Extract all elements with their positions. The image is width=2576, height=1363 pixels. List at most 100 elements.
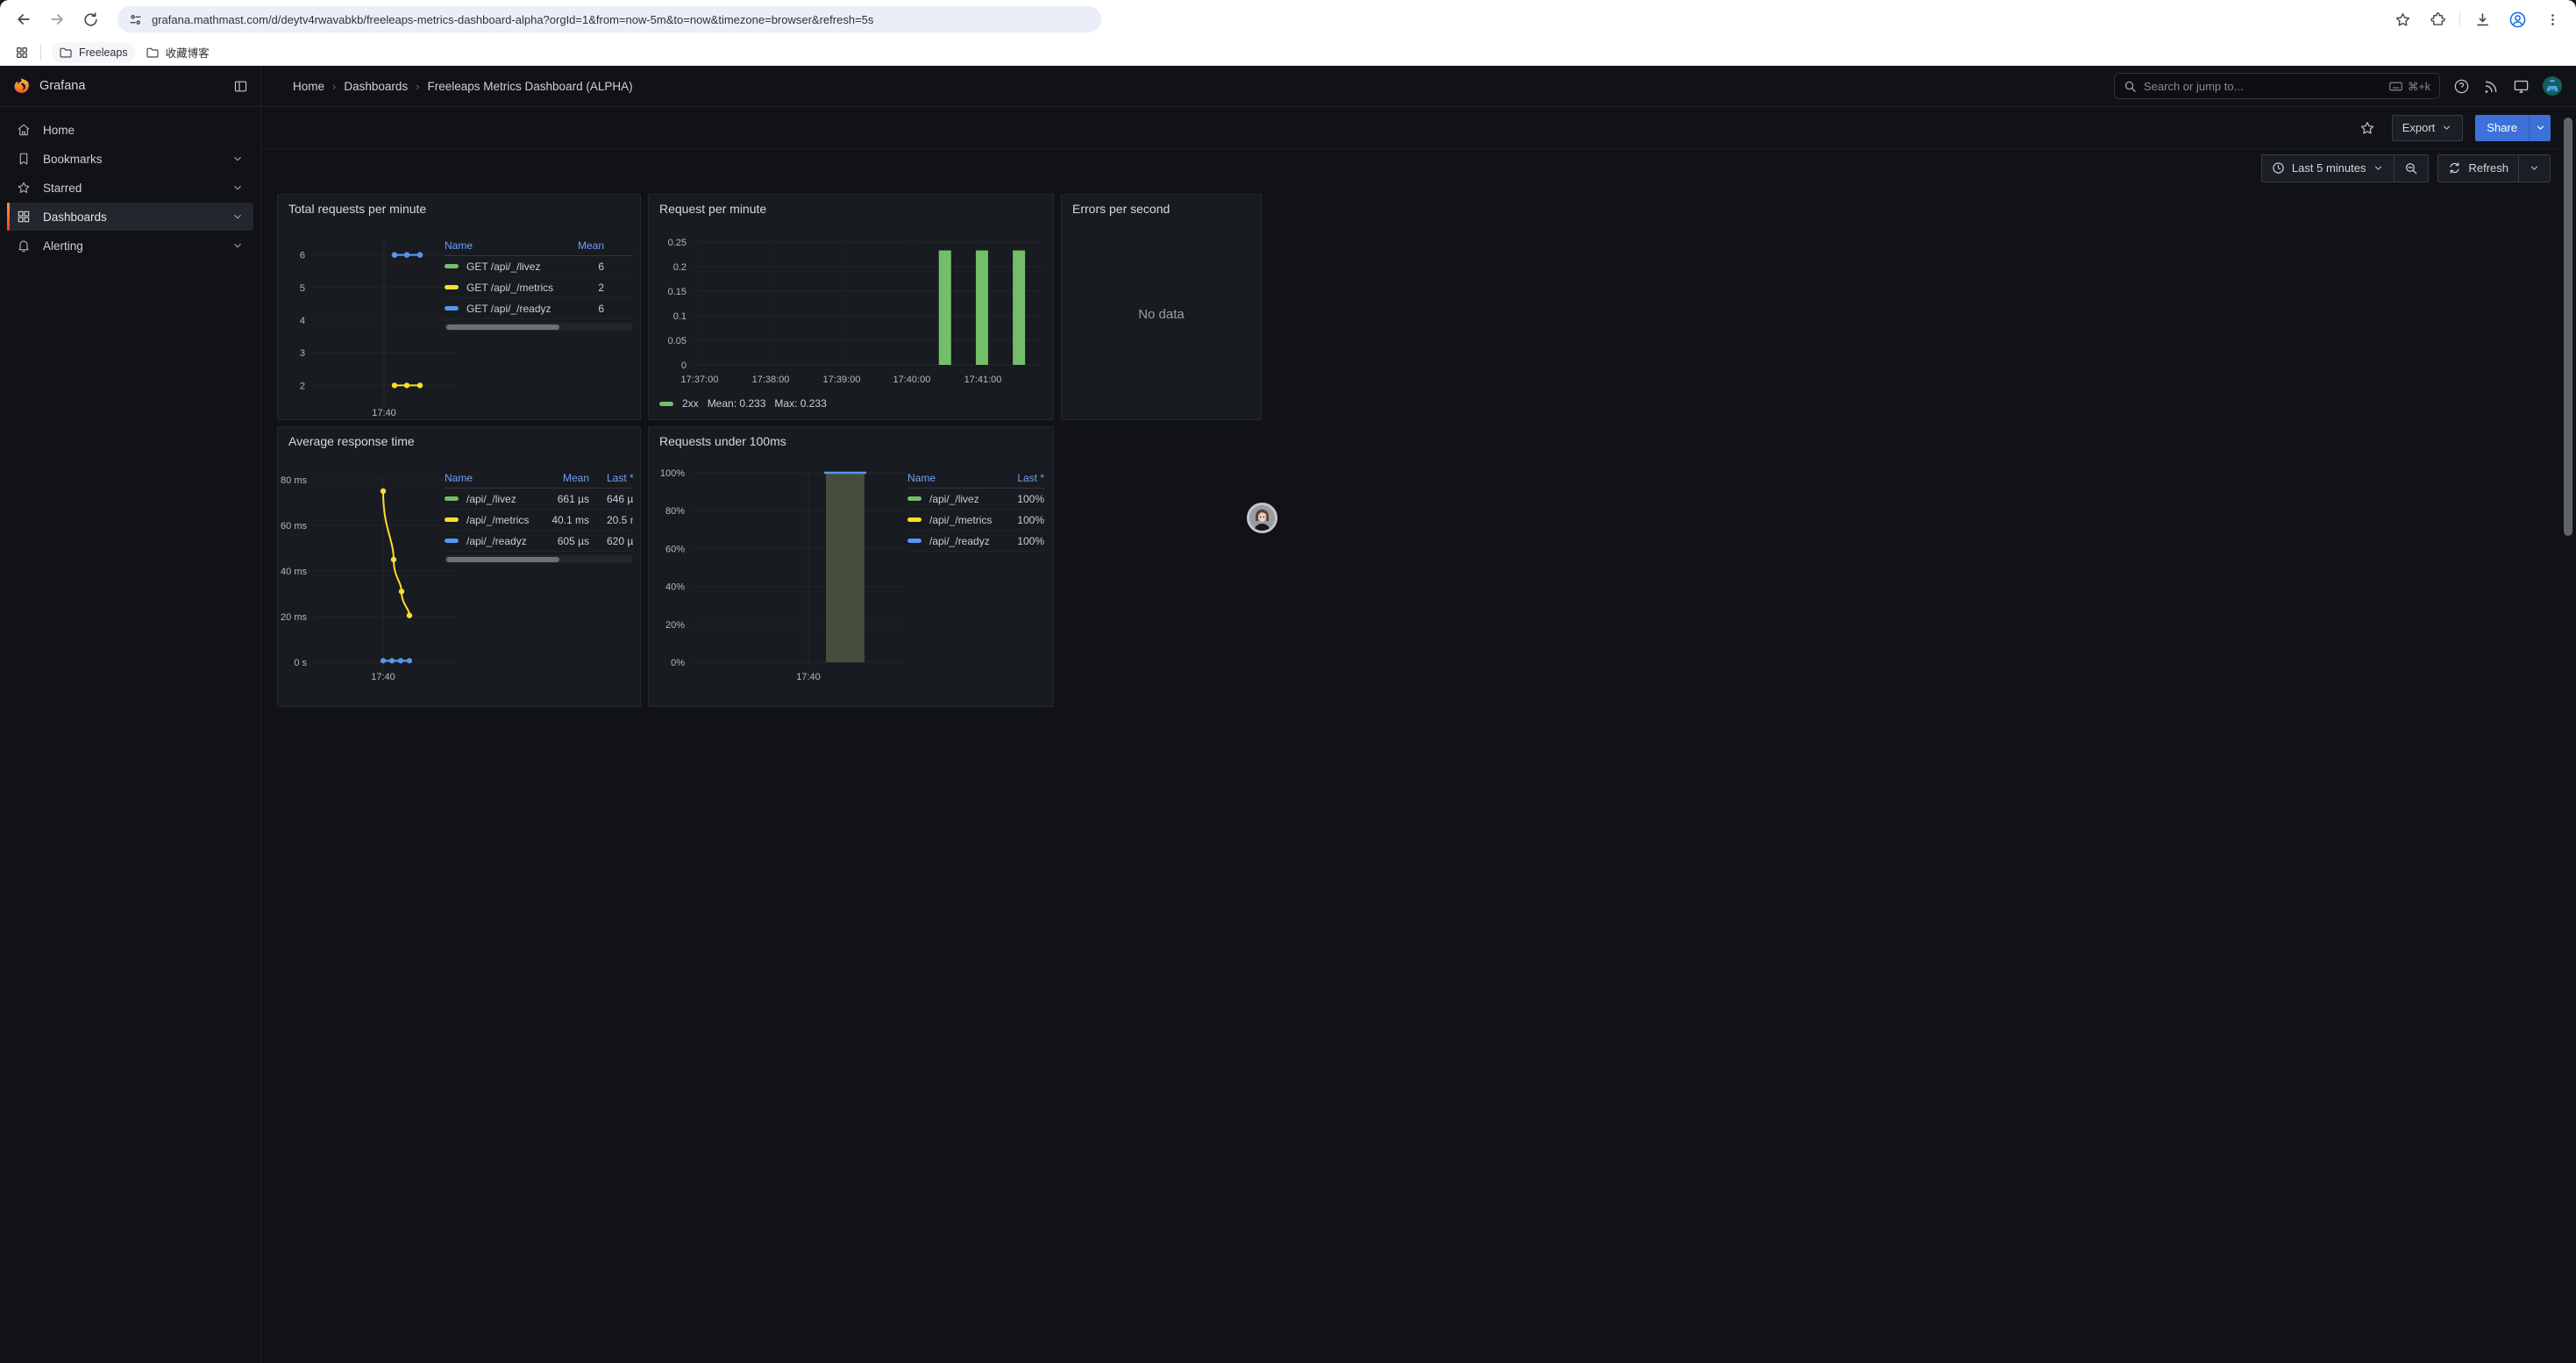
help-button[interactable] xyxy=(2453,78,2470,95)
breadcrumb-dashboards[interactable]: Dashboards xyxy=(344,80,408,93)
forward-button[interactable] xyxy=(42,4,72,34)
search-input[interactable] xyxy=(2144,80,2381,93)
legend-series-name[interactable]: /api/_/readyz xyxy=(466,535,527,547)
legend-series-name[interactable]: GET /api/_/readyz xyxy=(466,303,551,315)
browser-menu-button[interactable] xyxy=(2537,4,2567,34)
x-tick-label: 17:41:00 xyxy=(964,375,1002,385)
profile-button[interactable] xyxy=(2502,4,2532,34)
legend-series-name[interactable]: /api/_/metrics xyxy=(466,514,529,526)
legend-scrollbar-thumb[interactable] xyxy=(446,557,559,562)
export-button[interactable]: Export xyxy=(2392,115,2464,141)
average-response-time-chart: 80 ms60 ms40 ms20 ms0 s17:40 xyxy=(283,460,462,687)
sidebar-item-starred[interactable]: Starred xyxy=(7,174,253,202)
share-button-group: Share xyxy=(2475,115,2551,141)
refresh-interval-button[interactable] xyxy=(2518,155,2550,182)
bookmark-folder-freeleaps[interactable]: Freeleaps xyxy=(52,42,135,63)
grafana-brand: Grafana xyxy=(39,79,85,93)
legend-series-name[interactable]: /api/_/metrics xyxy=(929,514,992,526)
chevron-down-icon[interactable] xyxy=(231,182,244,194)
sidebar-item-alerting[interactable]: Alerting xyxy=(7,232,253,260)
extensions-button[interactable] xyxy=(2423,4,2452,34)
monitor-icon xyxy=(2513,78,2530,95)
legend-series-name[interactable]: /api/_/readyz xyxy=(929,535,990,547)
chevron-down-icon[interactable] xyxy=(231,153,244,165)
bookmarks-divider xyxy=(40,45,41,61)
downloads-button[interactable] xyxy=(2467,4,2497,34)
favorite-dashboard-button[interactable] xyxy=(2355,116,2380,140)
request-per-minute-chart: 0.250.20.150.10.05017:37:0017:38:0017:39… xyxy=(656,226,1048,395)
browser-actions xyxy=(2387,0,2567,39)
display-button[interactable] xyxy=(2513,78,2530,95)
back-button[interactable] xyxy=(9,4,39,34)
panel-total-requests-per-minute: Total requests per minute 6543217:40 Nam… xyxy=(277,194,641,420)
legend-header-name[interactable]: Name xyxy=(445,472,473,484)
refresh-button[interactable]: Refresh xyxy=(2438,155,2518,182)
legend-header-last[interactable]: Last * xyxy=(607,472,633,484)
x-tick-label: 17:39:00 xyxy=(823,375,861,385)
legend-series-name[interactable]: GET /api/_/livez xyxy=(466,260,540,273)
news-button[interactable] xyxy=(2483,78,2500,95)
series-color-pill xyxy=(907,517,922,522)
share-menu-button[interactable] xyxy=(2529,115,2551,141)
reload-icon xyxy=(82,11,99,28)
panel-title[interactable]: Request per minute xyxy=(659,202,766,216)
panel-title[interactable]: Average response time xyxy=(288,434,415,448)
y-tick-label: 0.25 xyxy=(668,238,687,248)
bookmark-label: Freeleaps xyxy=(79,46,128,59)
panel-request-per-minute: Request per minute 0.250.20.150.10.05017… xyxy=(648,194,1054,420)
url-text[interactable]: grafana.mathmast.com/d/deytv4rwavabkb/fr… xyxy=(152,13,873,26)
folder-icon xyxy=(146,46,160,60)
zoom-out-button[interactable] xyxy=(2394,155,2428,182)
legend-series-name[interactable]: 2xx xyxy=(682,397,699,410)
bookmark-folder-blogs[interactable]: 收藏博客 xyxy=(139,42,217,63)
y-tick-label: 5 xyxy=(300,283,305,294)
chevron-down-icon[interactable] xyxy=(231,239,244,252)
reload-button[interactable] xyxy=(75,4,105,34)
legend-row: /api/_/livez 100% xyxy=(907,489,1044,510)
legend-series-name[interactable]: GET /api/_/metrics xyxy=(466,282,553,294)
floating-assistant-avatar[interactable] xyxy=(1247,503,1277,533)
bookmark-star-button[interactable] xyxy=(2387,4,2417,34)
legend-header-mean[interactable]: Mean xyxy=(572,239,633,252)
panel-requests-under-100ms: Requests under 100ms 100%80%60%40%20%0%1… xyxy=(648,426,1054,707)
breadcrumb-home[interactable]: Home xyxy=(293,80,324,93)
panels-grid: Total requests per minute 6543217:40 Nam… xyxy=(261,194,2576,1363)
sidebar-item-dashboards[interactable]: Dashboards xyxy=(7,203,253,231)
panel-title[interactable]: Errors per second xyxy=(1072,202,1170,216)
download-icon xyxy=(2474,11,2491,28)
y-tick-label: 0.15 xyxy=(668,287,687,297)
clock-icon xyxy=(2272,161,2285,175)
user-avatar[interactable] xyxy=(2543,76,2562,96)
time-range-picker[interactable]: Last 5 minutes xyxy=(2262,155,2395,182)
legend-row: /api/_/livez 661 µs 646 µs xyxy=(445,489,633,510)
sidebar-item-home[interactable]: Home xyxy=(7,116,253,144)
apps-grid-button[interactable] xyxy=(11,41,33,64)
legend-header-name[interactable]: Name xyxy=(445,239,473,252)
url-bar[interactable]: grafana.mathmast.com/d/deytv4rwavabkb/fr… xyxy=(117,6,1101,32)
profile-icon xyxy=(2508,11,2527,29)
legend-row: GET /api/_/readyz 6 xyxy=(445,298,633,319)
legend-series-name[interactable]: /api/_/livez xyxy=(466,493,516,505)
legend-series-name[interactable]: /api/_/livez xyxy=(929,493,979,505)
legend-header-name[interactable]: Name xyxy=(907,472,936,484)
legend-scrollbar-thumb[interactable] xyxy=(446,325,559,330)
search-box[interactable]: ⌘+k xyxy=(2114,73,2440,99)
series-point xyxy=(417,382,423,388)
y-tick-label: 20% xyxy=(665,620,685,631)
sidebar-item-label: Starred xyxy=(43,182,82,195)
panel-title[interactable]: Total requests per minute xyxy=(288,202,426,216)
y-tick-label: 0.1 xyxy=(673,311,687,322)
legend-series-mean: 40.1 ms xyxy=(531,514,607,526)
legend-header-last[interactable]: Last * xyxy=(995,472,1044,484)
sidebar-item-bookmarks[interactable]: Bookmarks xyxy=(7,145,253,173)
panel-title[interactable]: Requests under 100ms xyxy=(659,434,786,448)
series-point xyxy=(391,557,396,562)
dashboards-grid-icon xyxy=(17,210,31,224)
legend-row: GET /api/_/livez 6 xyxy=(445,256,633,277)
series-point xyxy=(404,252,409,257)
collapse-sidebar-button[interactable] xyxy=(233,79,248,94)
page-scrollbar-thumb[interactable] xyxy=(2564,118,2572,536)
share-button[interactable]: Share xyxy=(2475,115,2529,141)
legend-header-mean[interactable]: Mean xyxy=(531,472,607,484)
chevron-down-icon[interactable] xyxy=(231,211,244,223)
